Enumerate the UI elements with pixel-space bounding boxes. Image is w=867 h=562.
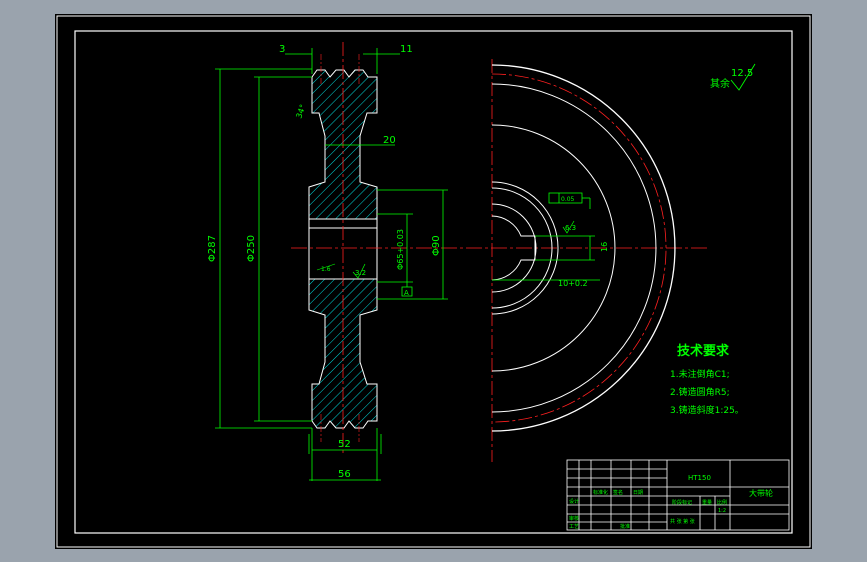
title-weight-label: 重量 — [702, 499, 712, 506]
requirements-title: 技术要求 — [677, 343, 730, 359]
roughness-value: 12.5 — [731, 68, 753, 79]
dim-top-right: 11 — [400, 44, 413, 55]
inner-border — [74, 30, 793, 534]
requirement-item-1: 1.未注倒角C1; — [670, 368, 730, 380]
title-sign-label: 签名 — [613, 489, 623, 496]
title-scale-label: 比例 — [717, 499, 727, 506]
title-scale: 1:2 — [718, 508, 726, 514]
title-process-label: 工艺 — [569, 524, 579, 530]
drawing-viewport[interactable]: 3 11 34° 20 Φ287 Φ250 Φ65+0.03 Φ90 A 1.6… — [55, 14, 812, 549]
general-roughness-note: 其余 12.5 — [710, 63, 756, 91]
dim-pitch-dia: Φ250 — [246, 235, 257, 262]
dim-groove-angle: 34° — [294, 103, 307, 119]
front-half-view: 6.3 16 10+0.2 0.05 — [491, 59, 676, 462]
dim-outer-dia: Φ287 — [207, 235, 218, 262]
dim-width-outer: 56 — [338, 469, 351, 480]
dim-web: 20 — [383, 135, 396, 146]
dim-keyway-width: 10+0.2 — [558, 279, 588, 288]
title-std-label: 标准化 — [593, 489, 608, 496]
side-section-view: 3 11 34° 20 Φ287 Φ250 Φ65+0.03 Φ90 A 1.6… — [207, 42, 707, 481]
dim-bore-fit: Φ65+0.03 — [396, 229, 405, 270]
keyway-dimensions — [492, 235, 600, 281]
title-designer-label: 设计 — [569, 498, 579, 505]
dim-keyway-rough: 6.3 — [565, 224, 576, 232]
requirement-item-3: 3.铸造斜度1:25。 — [670, 404, 744, 416]
tol-frame-value: 0.05 — [561, 196, 575, 203]
roughness-label: 其余 — [710, 77, 730, 90]
title-date-label: 日期 — [633, 490, 643, 496]
requirement-item-2: 2.铸造圆角R5; — [670, 386, 730, 398]
cad-drawing: 3 11 34° 20 Φ287 Φ250 Φ65+0.03 Φ90 A 1.6… — [56, 15, 811, 548]
dim-width-inner: 52 — [338, 439, 351, 450]
title-approve-label: 批准 — [620, 523, 630, 530]
outer-border — [56, 15, 811, 548]
technical-requirements: 技术要求 1.未注倒角C1; 2.铸造圆角R5; 3.铸造斜度1:25。 — [670, 343, 744, 416]
dim-top-left: 3 — [279, 44, 285, 55]
title-reviewer-label: 审核 — [569, 515, 579, 522]
title-stage-label: 阶段标记 — [672, 499, 692, 506]
dim-keyway-depth: 16 — [600, 242, 609, 252]
title-part-name: 大带轮 — [749, 488, 773, 498]
diameter-dimensions-left — [215, 68, 312, 429]
dim-hub-dia: Φ90 — [431, 235, 442, 256]
dim-datum: A — [404, 289, 409, 297]
title-material: HT150 — [688, 474, 711, 482]
title-sheet: 共 张 第 张 — [670, 518, 695, 525]
